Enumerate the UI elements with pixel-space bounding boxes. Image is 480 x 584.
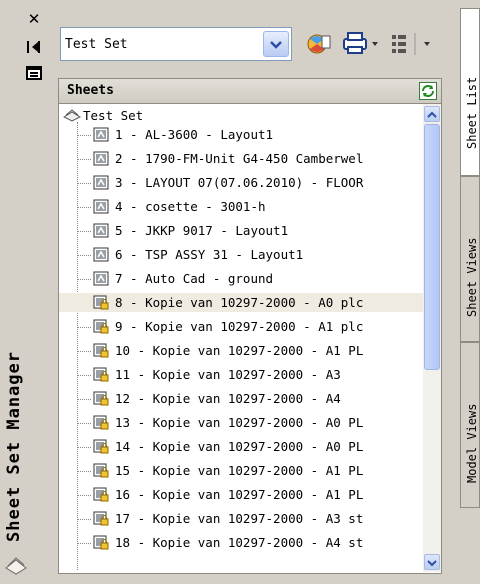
view-options-icon <box>392 33 430 55</box>
sheet-icon <box>93 175 109 190</box>
sheet-item[interactable]: 6 - TSP ASSY 31 - Layout1 <box>59 245 423 264</box>
sheet-item[interactable]: 10 - Kopie van 10297-2000 - A1 PL <box>59 341 423 360</box>
locked-sheet-icon <box>93 367 109 382</box>
locked-sheet-icon <box>93 391 109 406</box>
palette-title: Sheet Set Manager <box>4 351 24 542</box>
sheet-item[interactable]: 15 - Kopie van 10297-2000 - A1 PL <box>59 461 423 480</box>
chevron-down-icon[interactable] <box>263 31 289 57</box>
sheet-icon <box>93 271 109 286</box>
sheet-set-panel: Test Set Sheets Test Set 1 - AL-3600 - L… <box>44 0 460 584</box>
sheet-item[interactable]: 4 - cosette - 3001-h <box>59 197 423 216</box>
sheet-item-label: 10 - Kopie van 10297-2000 - A1 PL <box>115 343 364 358</box>
sheet-item-label: 1 - AL-3600 - Layout1 <box>115 127 274 142</box>
locked-sheet-icon <box>93 439 109 454</box>
sheet-item-label: 8 - Kopie van 10297-2000 - A0 plc <box>115 295 364 310</box>
tab-sheet-views[interactable]: Sheet Views <box>460 176 480 342</box>
palette-title-strip: ✕ Sheet Set Manager <box>0 0 45 584</box>
sheet-item-label: 4 - cosette - 3001-h <box>115 199 266 214</box>
sheet-item-label: 16 - Kopie van 10297-2000 - A1 PL <box>115 487 364 502</box>
tree-root-label: Test Set <box>83 108 144 123</box>
tab-label: Sheet Views <box>465 237 479 317</box>
refresh-button[interactable] <box>419 82 437 100</box>
sheet-item-label: 13 - Kopie van 10297-2000 - A0 PL <box>115 415 364 430</box>
sheet-item[interactable]: 17 - Kopie van 10297-2000 - A3 st <box>59 509 423 528</box>
tree-root[interactable]: Test Set <box>59 106 423 125</box>
refresh-icon <box>422 85 434 97</box>
sheet-item-label: 2 - 1790-FM-Unit G4-450 Camberwel <box>115 151 364 166</box>
sheet-set-icon <box>63 109 81 122</box>
sheets-title: Sheets <box>67 83 114 98</box>
sheet-item[interactable]: 5 - JKKP 9017 - Layout1 <box>59 221 423 240</box>
sheet-set-icon <box>4 554 28 578</box>
properties-icon[interactable] <box>26 66 42 80</box>
locked-sheet-icon <box>93 535 109 550</box>
close-icon[interactable]: ✕ <box>26 12 42 27</box>
sheets-header: Sheets <box>58 78 442 104</box>
sheet-item[interactable]: 3 - LAYOUT 07(07.06.2010) - FLOOR <box>59 173 423 192</box>
sheet-item-label: 17 - Kopie van 10297-2000 - A3 st <box>115 511 364 526</box>
view-options-button[interactable] <box>388 27 438 61</box>
tab-model-views[interactable]: Model Views <box>460 342 480 508</box>
scrollbar[interactable] <box>423 104 441 572</box>
sheet-item-label: 3 - LAYOUT 07(07.06.2010) - FLOOR <box>115 175 364 190</box>
locked-sheet-icon <box>93 343 109 358</box>
scroll-thumb[interactable] <box>424 124 440 370</box>
sheet-tree: Test Set 1 - AL-3600 - Layout1 2 - 1790-F… <box>58 104 442 574</box>
sheet-item[interactable]: 13 - Kopie van 10297-2000 - A0 PL <box>59 413 423 432</box>
plot-icon <box>343 32 378 54</box>
auto-hide-icon[interactable] <box>26 40 42 54</box>
sheet-set-dropdown[interactable]: Test Set <box>60 27 292 61</box>
locked-sheet-icon <box>93 319 109 334</box>
sheet-item-selected[interactable]: 8 - Kopie van 10297-2000 - A0 plc <box>59 293 423 312</box>
sheet-set-selected: Test Set <box>65 37 128 52</box>
sheet-item[interactable]: 7 - Auto Cad - ground <box>59 269 423 288</box>
sheet-item[interactable]: 12 - Kopie van 10297-2000 - A4 <box>59 389 423 408</box>
locked-sheet-icon <box>93 295 109 310</box>
sheet-item[interactable]: 16 - Kopie van 10297-2000 - A1 PL <box>59 485 423 504</box>
chevron-down-icon <box>427 560 437 567</box>
sheet-item-label: 6 - TSP ASSY 31 - Layout1 <box>115 247 304 262</box>
tab-strip: Sheet List Sheet Views Model Views <box>460 0 480 584</box>
tab-sheet-list[interactable]: Sheet List <box>460 8 480 176</box>
sheet-item[interactable]: 18 - Kopie van 10297-2000 - A4 st <box>59 533 423 552</box>
sheet-item-label: 12 - Kopie van 10297-2000 - A4 <box>115 391 341 406</box>
tab-label: Model Views <box>465 403 479 483</box>
chevron-up-icon <box>427 111 437 118</box>
scroll-up-button[interactable] <box>424 106 440 122</box>
locked-sheet-icon <box>93 511 109 526</box>
sheet-item[interactable]: 2 - 1790-FM-Unit G4-450 Camberwel <box>59 149 423 168</box>
sheet-item-label: 5 - JKKP 9017 - Layout1 <box>115 223 289 238</box>
locked-sheet-icon <box>93 487 109 502</box>
sheet-icon <box>93 151 109 166</box>
sheet-item-label: 14 - Kopie van 10297-2000 - A0 PL <box>115 439 364 454</box>
sheet-item-label: 9 - Kopie van 10297-2000 - A1 plc <box>115 319 364 334</box>
publish-icon <box>307 34 331 54</box>
sheet-icon <box>93 199 109 214</box>
scroll-down-button[interactable] <box>424 554 440 570</box>
locked-sheet-icon <box>93 463 109 478</box>
locked-sheet-icon <box>93 415 109 430</box>
sheet-item[interactable]: 9 - Kopie van 10297-2000 - A1 plc <box>59 317 423 336</box>
sheet-item[interactable]: 1 - AL-3600 - Layout1 <box>59 125 423 144</box>
sheet-icon <box>93 127 109 142</box>
sheet-item-label: 15 - Kopie van 10297-2000 - A1 PL <box>115 463 364 478</box>
sheet-item-label: 18 - Kopie van 10297-2000 - A4 st <box>115 535 364 550</box>
sheet-item[interactable]: 11 - Kopie van 10297-2000 - A3 <box>59 365 423 384</box>
publish-button[interactable] <box>302 27 336 61</box>
plot-button[interactable] <box>340 27 384 61</box>
sheet-item[interactable]: 14 - Kopie van 10297-2000 - A0 PL <box>59 437 423 456</box>
sheet-item-label: 11 - Kopie van 10297-2000 - A3 <box>115 367 341 382</box>
sheet-icon <box>93 247 109 262</box>
sheet-item-label: 7 - Auto Cad - ground <box>115 271 274 286</box>
sheet-icon <box>93 223 109 238</box>
tab-label: Sheet List <box>465 76 479 149</box>
